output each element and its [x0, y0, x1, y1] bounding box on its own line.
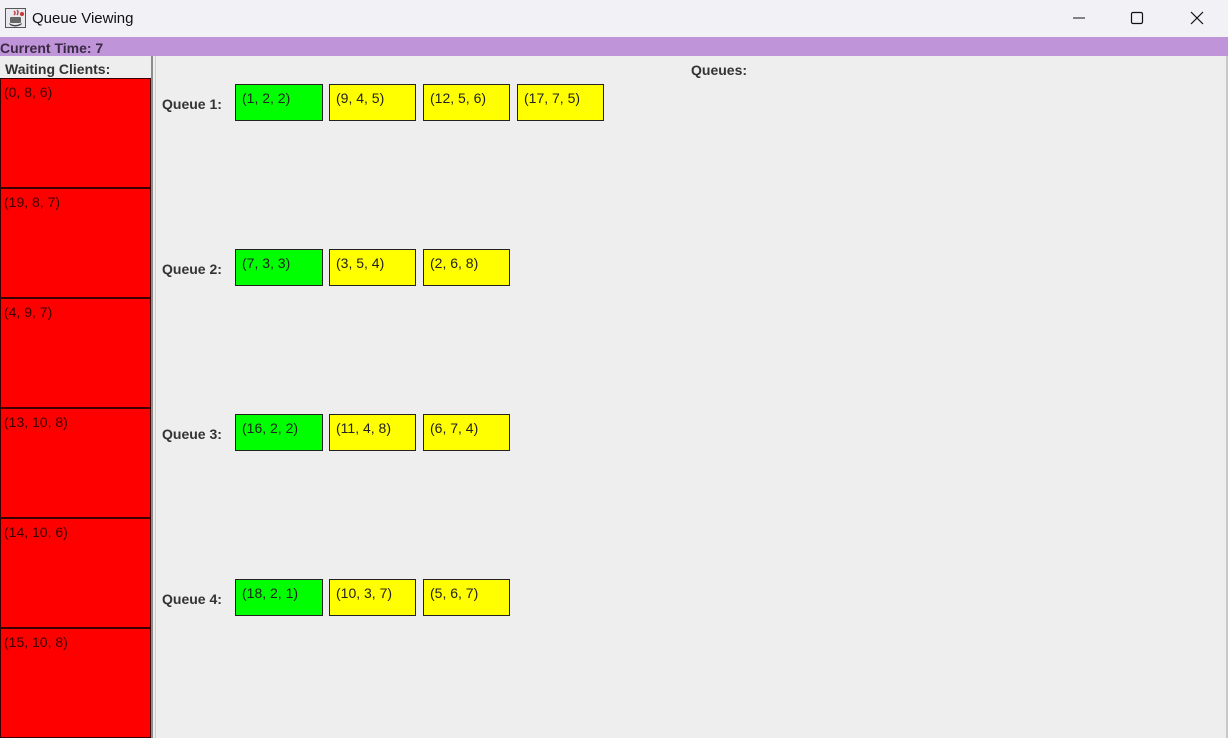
queue-label: Queue 2:: [162, 261, 222, 277]
queue-task-active: (16, 2, 2): [235, 414, 323, 451]
close-icon: [1190, 11, 1204, 25]
queue-task-active: (1, 2, 2): [235, 84, 323, 121]
client-label: (14, 10, 6): [4, 524, 68, 540]
task-label: (12, 5, 6): [430, 90, 487, 106]
queue-label: Queue 3:: [162, 426, 222, 442]
task-label: (2, 6, 8): [430, 255, 479, 271]
task-label: (5, 6, 7): [430, 585, 479, 601]
java-cup-icon[interactable]: [5, 8, 26, 28]
queue-task: (12, 5, 6): [423, 84, 510, 121]
client-label: (19, 8, 7): [4, 194, 61, 210]
task-label: (16, 2, 2): [242, 420, 299, 436]
waiting-clients-panel: Waiting Clients: (0, 8, 6) (19, 8, 7) (4…: [0, 56, 153, 738]
close-button[interactable]: [1169, 0, 1227, 37]
queues-title: Queues:: [691, 62, 748, 78]
minimize-button[interactable]: [1051, 0, 1109, 37]
task-label: (18, 2, 1): [242, 585, 299, 601]
client-label: (13, 10, 8): [4, 414, 68, 430]
queue-label: Queue 4:: [162, 591, 222, 607]
waiting-client: (0, 8, 6): [0, 78, 151, 188]
client-label: (4, 9, 7): [4, 304, 53, 320]
current-time-bar: Current Time: 7: [0, 37, 1228, 56]
waiting-client: (14, 10, 6): [0, 518, 151, 628]
queue-task: (3, 5, 4): [329, 249, 416, 286]
waiting-clients-title: Waiting Clients:: [5, 61, 111, 77]
queue-task: (11, 4, 8): [329, 414, 416, 451]
task-label: (3, 5, 4): [336, 255, 385, 271]
waiting-client: (4, 9, 7): [0, 298, 151, 408]
task-label: (7, 3, 3): [242, 255, 291, 271]
queues-panel: Queues: Queue 1: (1, 2, 2) (9, 4, 5) (12…: [155, 56, 1226, 738]
minimize-icon: [1073, 17, 1085, 19]
maximize-button[interactable]: [1109, 0, 1167, 37]
queue-task: (5, 6, 7): [423, 579, 510, 616]
task-label: (6, 7, 4): [430, 420, 479, 436]
queue-task: (2, 6, 8): [423, 249, 510, 286]
client-label: (15, 10, 8): [4, 634, 68, 650]
waiting-client: (13, 10, 8): [0, 408, 151, 518]
task-label: (11, 4, 8): [336, 420, 391, 436]
task-label: (1, 2, 2): [242, 90, 291, 106]
title-bar: Queue Viewing: [0, 0, 1228, 37]
queue-label: Queue 1:: [162, 96, 222, 112]
queue-task: (17, 7, 5): [517, 84, 604, 121]
task-label: (9, 4, 5): [336, 90, 385, 106]
client-label: (0, 8, 6): [4, 84, 53, 100]
waiting-client: (19, 8, 7): [0, 188, 151, 298]
queue-task: (10, 3, 7): [329, 579, 416, 616]
waiting-client: (15, 10, 8): [0, 628, 151, 738]
task-label: (17, 7, 5): [524, 90, 581, 106]
window-title: Queue Viewing: [32, 10, 134, 27]
queue-task: (6, 7, 4): [423, 414, 510, 451]
current-time-label: Current Time: 7: [0, 40, 104, 56]
maximize-icon: [1130, 11, 1144, 25]
task-label: (10, 3, 7): [336, 585, 393, 601]
queue-task: (9, 4, 5): [329, 84, 416, 121]
queue-task-active: (7, 3, 3): [235, 249, 323, 286]
queue-task-active: (18, 2, 1): [235, 579, 323, 616]
